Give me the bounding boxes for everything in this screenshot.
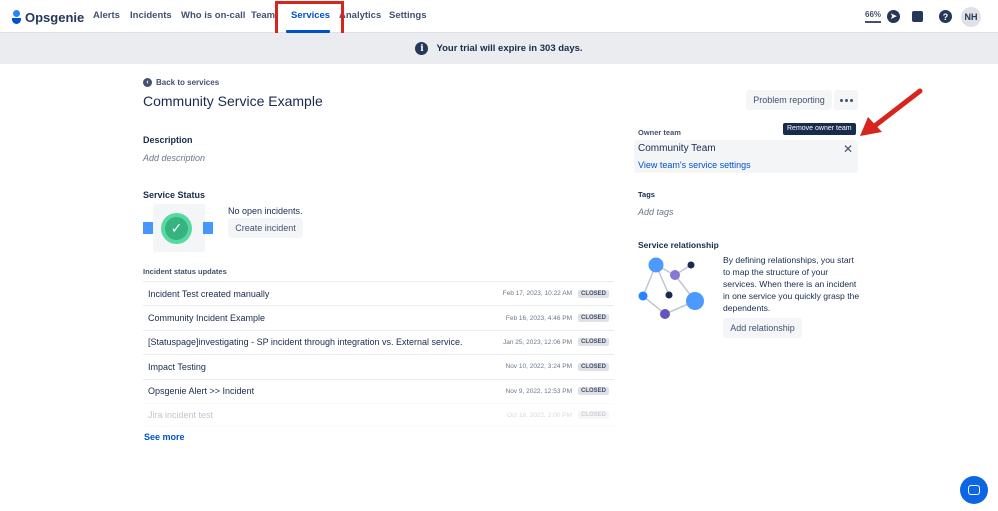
incident-status-updates-label: Incident status updates	[143, 267, 227, 276]
annotation-arrow	[860, 88, 923, 136]
nav-settings[interactable]: Settings	[389, 10, 426, 21]
status-ok-illustration: ✓	[143, 204, 213, 252]
see-more-link[interactable]: See more	[144, 432, 185, 442]
owner-team-label: Owner team	[638, 128, 681, 137]
checkmark-icon: ✓	[165, 217, 188, 240]
service-relationship-description: By defining relationships, you start to …	[723, 255, 860, 313]
more-actions-button[interactable]	[834, 90, 858, 110]
table-row[interactable]: [Statuspage]investigating - SP incident …	[143, 329, 614, 354]
table-row[interactable]: Incident Test created manually Feb 17, 2…	[143, 281, 614, 305]
remove-owner-team-close-icon[interactable]: ✕	[842, 143, 854, 155]
status-badge: CLOSED	[577, 362, 609, 371]
table-row[interactable]: Community Incident Example Feb 16, 2023,…	[143, 305, 614, 329]
dot-icon	[844, 98, 848, 102]
nav-alerts[interactable]: Alerts	[93, 10, 120, 21]
page-title: Community Service Example	[143, 93, 323, 109]
view-team-service-settings-link[interactable]: View team's service settings	[638, 160, 751, 170]
tags-label: Tags	[638, 190, 655, 199]
dot-icon	[839, 98, 843, 102]
opsgenie-logo-icon	[12, 10, 21, 24]
no-open-incidents-text: No open incidents.	[228, 206, 303, 216]
nav-teams[interactable]: Teams	[251, 10, 277, 21]
add-tags[interactable]: Add tags	[638, 207, 674, 217]
table-row[interactable]: Opsgenie Alert >> Incident Nov 9, 2022, …	[143, 378, 614, 403]
user-avatar[interactable]: NH	[961, 7, 981, 27]
add-relationship-button[interactable]: Add relationship	[723, 318, 802, 338]
dot-icon	[849, 98, 853, 102]
arrow-left-icon: ‹	[143, 78, 152, 87]
trial-banner-text: Your trial will expire in 303 days.	[436, 43, 583, 54]
zoom-level[interactable]: 66%	[865, 10, 882, 23]
service-relationship-label: Service relationship	[638, 240, 719, 250]
trial-banner: i Your trial will expire in 303 days.	[0, 33, 998, 64]
add-description[interactable]: Add description	[143, 153, 205, 163]
status-badge: CLOSED	[577, 314, 609, 323]
apps-icon[interactable]	[912, 11, 923, 22]
incident-list: Incident Test created manually Feb 17, 2…	[143, 281, 614, 428]
nav-who-is-on-call[interactable]: Who is on-call	[181, 10, 245, 21]
service-relationship-illustration	[638, 257, 704, 319]
problem-reporting-button[interactable]: Problem reporting	[746, 90, 832, 110]
chat-icon	[968, 485, 980, 495]
help-icon[interactable]: ?	[939, 10, 952, 23]
nav-analytics[interactable]: Analytics	[339, 10, 381, 21]
status-badge: CLOSED	[577, 338, 609, 347]
nav-incidents[interactable]: Incidents	[130, 10, 172, 21]
chat-support-button[interactable]	[960, 476, 988, 504]
owner-team-name: Community Team	[638, 143, 716, 154]
opsgenie-logo[interactable]: Opsgenie	[12, 9, 84, 25]
table-row[interactable]: Jira incident test Oct 18, 2022, 2:00 PM…	[143, 402, 614, 428]
status-badge: CLOSED	[577, 411, 609, 420]
compass-icon[interactable]: ➤	[887, 10, 900, 23]
create-incident-button[interactable]: Create incident	[228, 218, 303, 238]
description-label: Description	[143, 135, 193, 145]
back-to-services-link[interactable]: ‹ Back to services	[143, 78, 219, 87]
service-status-label: Service Status	[143, 190, 206, 200]
top-navigation: Opsgenie Alerts Incidents Who is on-call…	[0, 0, 998, 33]
status-badge: CLOSED	[577, 289, 609, 298]
status-badge: CLOSED	[577, 387, 609, 396]
table-row[interactable]: Impact Testing Nov 10, 2022, 3:24 PM CLO…	[143, 354, 614, 378]
info-icon: i	[415, 42, 429, 55]
remove-owner-team-tooltip: Remove owner team	[783, 123, 856, 135]
